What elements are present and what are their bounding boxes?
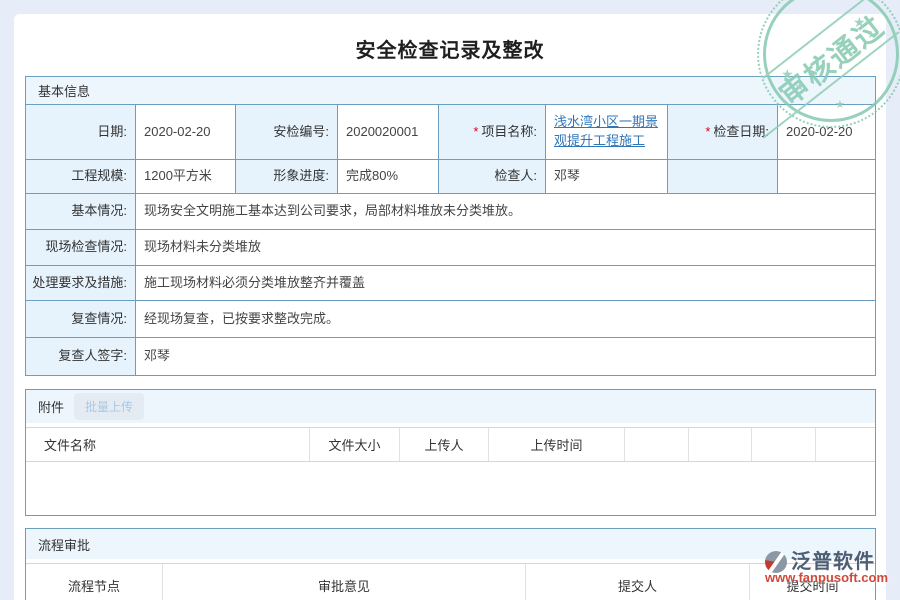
inspection-no-label: 安检编号:	[236, 105, 338, 160]
col-file-name: 文件名称	[26, 428, 310, 461]
col-file-size: 文件大小	[310, 428, 400, 461]
basic-info-section: 基本信息 日期: 2020-02-20 安检编号: 2020020001 * 项…	[25, 76, 876, 376]
project-name-link[interactable]: 浅水湾小区一期景观提升工程施工	[554, 113, 659, 151]
inspection-no-value: 2020020001	[338, 105, 439, 160]
basic-situation-label: 基本情况:	[26, 194, 136, 230]
attachments-table-header: 文件名称 文件大小 上传人 上传时间	[26, 427, 875, 462]
review-sign-value: 邓琴	[136, 338, 875, 375]
basic-info-table: 日期: 2020-02-20 安检编号: 2020020001 * 项目名称: …	[26, 105, 875, 375]
date-label: 日期:	[26, 105, 136, 160]
required-asterisk: *	[473, 123, 478, 142]
date-value: 2020-02-20	[136, 105, 236, 160]
inspector-label: 检查人:	[439, 160, 546, 194]
project-name-label: * 项目名称:	[439, 105, 546, 160]
attachments-section: 附件 批量上传 文件名称 文件大小 上传人 上传时间	[25, 389, 876, 516]
col-approval-opinion: 审批意见	[163, 564, 526, 600]
site-check-value: 现场材料未分类堆放	[136, 230, 875, 266]
fanpu-logo-icon	[765, 551, 787, 573]
attachments-empty-body	[26, 462, 875, 514]
review-label: 复查情况:	[26, 301, 136, 338]
col-upload-time: 上传时间	[489, 428, 625, 461]
col-flow-node: 流程节点	[26, 564, 163, 600]
progress-value: 完成80%	[338, 160, 439, 194]
project-name-cell: 浅水湾小区一期景观提升工程施工	[546, 105, 668, 160]
required-asterisk: *	[705, 123, 710, 142]
fanpu-logo: 泛普软件 www.fanpusoft.com	[765, 551, 888, 584]
check-date-label: * 检查日期:	[668, 105, 778, 160]
review-sign-label: 复查人签字:	[26, 338, 136, 375]
col-uploader: 上传人	[400, 428, 489, 461]
review-value: 经现场复查，已按要求整改完成。	[136, 301, 875, 338]
col-empty	[689, 428, 752, 461]
fanpu-logo-url: www.fanpusoft.com	[765, 571, 888, 584]
check-date-value: 2020-02-20	[778, 105, 875, 160]
progress-label: 形象进度:	[236, 160, 338, 194]
inspector-value: 邓琴	[546, 160, 668, 194]
page-title: 安全检查记录及整改	[0, 34, 900, 63]
fanpu-logo-name: 泛普软件	[791, 552, 875, 572]
col-empty	[816, 428, 875, 461]
col-empty	[752, 428, 816, 461]
measures-label: 处理要求及措施:	[26, 266, 136, 301]
scale-value: 1200平方米	[136, 160, 236, 194]
col-submitter: 提交人	[526, 564, 750, 600]
approval-section: 流程审批 流程节点 审批意见 提交人 提交时间	[25, 528, 876, 600]
basic-situation-value: 现场安全文明施工基本达到公司要求，局部材料堆放未分类堆放。	[136, 194, 875, 230]
site-check-label: 现场检查情况:	[26, 230, 136, 266]
empty-value-cell	[778, 160, 875, 194]
approval-table-header: 流程节点 审批意见 提交人 提交时间	[26, 563, 875, 600]
batch-upload-button[interactable]: 批量上传	[74, 393, 144, 420]
measures-value: 施工现场材料必须分类堆放整齐并覆盖	[136, 266, 875, 301]
col-empty	[625, 428, 689, 461]
approval-header: 流程审批	[26, 529, 875, 559]
attachments-header: 附件 批量上传	[26, 390, 875, 423]
page: 安全检查记录及整改 基本信息 日期: 2020-02-20 安检编号: 2020…	[0, 0, 900, 600]
scale-label: 工程规模:	[26, 160, 136, 194]
empty-label-cell	[668, 160, 778, 194]
basic-info-header: 基本信息	[26, 77, 875, 105]
